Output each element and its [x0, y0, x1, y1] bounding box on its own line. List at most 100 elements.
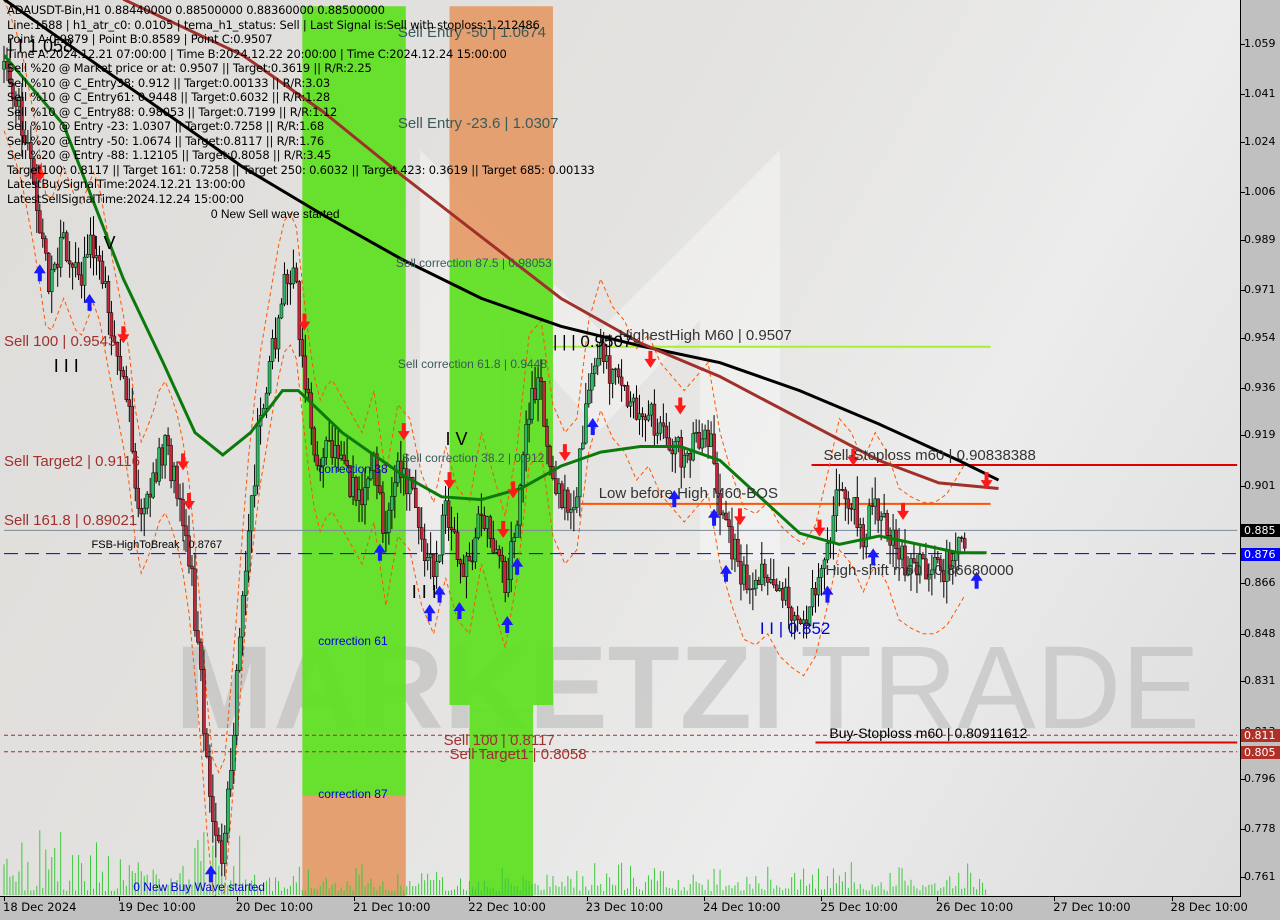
info-line: Time A:2024.12.21 07:00:00 | Time B:2024…	[7, 46, 507, 61]
candle-bear	[79, 274, 84, 286]
candle-bear	[190, 565, 194, 570]
candle-bull	[637, 413, 642, 420]
candle-bear	[533, 388, 537, 401]
candle-bear	[419, 527, 424, 540]
candle-bear	[652, 403, 657, 436]
candle-bull	[536, 377, 540, 401]
sell-arrow-icon	[813, 519, 826, 537]
x-tick-label: 23 Dec 10:00	[585, 900, 664, 914]
buy-arrow-icon	[83, 293, 96, 311]
candle-bull	[831, 515, 836, 543]
info-line: LatestSellSignalTime:2024.12.24 15:00:00	[7, 191, 244, 206]
candle-bull	[613, 368, 618, 371]
price-badge: 0.811	[1241, 729, 1280, 743]
candle-bull	[61, 232, 66, 238]
candle-bull	[834, 489, 839, 517]
y-tick-label: 0.831	[1244, 674, 1276, 688]
sell-arrow-icon	[182, 493, 195, 511]
sell-arrow-icon	[897, 502, 910, 520]
candle-bull	[816, 577, 821, 596]
x-tick-label: 18 Dec 2024	[3, 900, 77, 914]
candle-bear	[679, 437, 684, 468]
candle-bear	[554, 478, 558, 494]
info-line: Sell %20 @ Entry -88: 1.12105 || Target:…	[7, 148, 332, 162]
chart-annotation: Low before High M60-BOS	[598, 485, 778, 503]
candle-bull	[73, 262, 78, 268]
candle-bull	[819, 568, 824, 578]
candle-bear	[730, 526, 734, 560]
candle-bull	[145, 493, 149, 509]
candle-bear	[706, 429, 710, 447]
candle-bear	[780, 588, 785, 601]
candle-bear	[303, 355, 308, 390]
info-line: Sell %20 @ Entry -50: 1.0674 || Target:0…	[7, 133, 324, 148]
candle-bear	[193, 568, 197, 631]
y-tick-label: 0.866	[1244, 576, 1276, 590]
price-badge: 0.885	[1241, 524, 1280, 538]
zone-orange-2	[449, 6, 553, 260]
y-tick-label: 0.954	[1244, 330, 1276, 344]
zone-green-2	[449, 259, 553, 706]
y-tick-label: 1.059	[1244, 37, 1276, 50]
candle-bull	[584, 403, 588, 444]
candle-bear	[64, 232, 69, 262]
candle-bear	[876, 498, 880, 521]
candle-bull	[94, 255, 99, 259]
candle-bear	[55, 263, 60, 268]
candle-bull	[691, 433, 695, 461]
info-line: Line:1588 | h1_atr_c0: 0.0105 | tema_h1_…	[7, 17, 540, 32]
y-tick-label: 0.901	[1244, 478, 1276, 492]
candle-bull	[357, 489, 361, 501]
candle-bear	[381, 492, 385, 534]
candle-bull	[685, 453, 689, 456]
candle-bull	[751, 588, 755, 590]
candle-bull	[437, 554, 442, 562]
candle-bull	[473, 537, 478, 563]
candle-bear	[640, 413, 645, 418]
candle-bear	[619, 376, 624, 386]
candle-bear	[667, 437, 672, 451]
candle-bear	[736, 538, 740, 562]
candle-bull	[393, 482, 397, 497]
price-badge: 0.876	[1241, 547, 1280, 561]
candle-bull	[858, 524, 863, 528]
candle-bull	[733, 538, 737, 560]
candle-bear	[446, 500, 451, 528]
x-tick-label: 26 Dec 10:00	[935, 900, 1014, 914]
candle-bear	[214, 821, 218, 836]
y-tick-label: 0.778	[1244, 822, 1276, 836]
chart-annotation: I I I	[53, 356, 79, 377]
candle-bear	[97, 255, 102, 262]
x-tick-label: 27 Dec 10:00	[1053, 900, 1131, 914]
sell-arrow-icon	[674, 397, 687, 415]
y-tick-label: 0.761	[1244, 870, 1276, 883]
chart-plot-area[interactable]: MARKETZITRADE Sell Entry -50 | 1.0674Sel…	[0, 0, 1241, 897]
candle-bull	[324, 440, 328, 458]
candle-bear	[625, 385, 630, 407]
candle-bull	[333, 445, 337, 458]
candle-bear	[136, 487, 141, 509]
candle-bull	[742, 564, 746, 585]
candle-bear	[724, 512, 728, 520]
candle-bull	[655, 432, 660, 436]
candle-bull	[610, 369, 615, 384]
candle-bull	[646, 414, 651, 421]
x-tick-label: 28 Dec 10:00	[1170, 900, 1248, 914]
candle-bear	[300, 339, 305, 357]
candle-bear	[413, 487, 418, 508]
candle-bull	[676, 437, 681, 442]
candle-bear	[354, 477, 358, 501]
zone-orange-1	[302, 795, 406, 896]
chart-annotation: HighestHigh M60 | 0.9507	[618, 327, 792, 345]
candle-bull	[464, 555, 469, 577]
candle-bear	[545, 425, 549, 447]
candle-bear	[861, 524, 865, 548]
candle-bull	[873, 498, 877, 507]
price-axis[interactable]: 1.059 1.041 1.024 1.006 0.989 0.971 0.954 0.936…	[1241, 0, 1280, 896]
candle-bear	[622, 385, 627, 387]
candle-bull	[777, 588, 782, 591]
candle-bull	[530, 388, 534, 420]
candle-bear	[607, 355, 612, 384]
chart-annotation: I V	[93, 233, 116, 254]
candle-bull	[231, 734, 236, 771]
